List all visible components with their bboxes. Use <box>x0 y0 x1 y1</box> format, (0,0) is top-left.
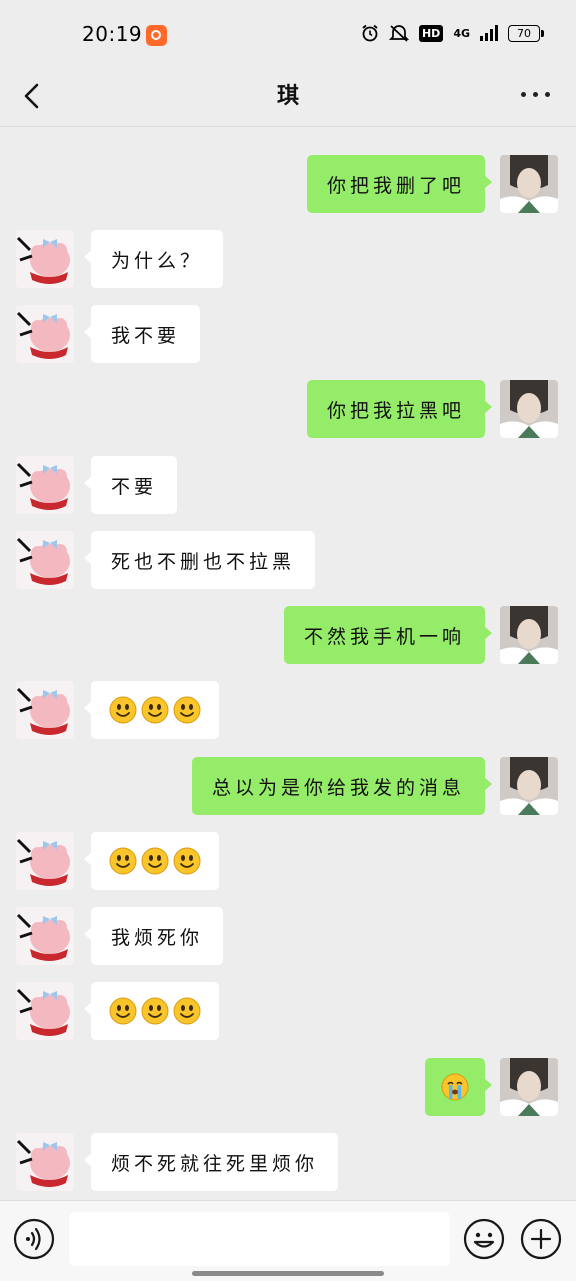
message-outgoing: 总以为是你给我发的消息 <box>0 757 576 817</box>
message-outgoing: 你把我拉黑吧 <box>0 380 576 440</box>
outgoing-bubble[interactable]: 你把我拉黑吧 <box>306 380 493 438</box>
friend-avatar[interactable] <box>16 531 74 589</box>
chat-header: 琪 <box>0 66 576 127</box>
incoming-bubble[interactable]: 烦不死就往死里烦你 <box>83 1133 339 1191</box>
status-icons: HD 4G 70 <box>361 24 544 42</box>
outgoing-bubble[interactable]: 总以为是你给我发的消息 <box>191 757 493 815</box>
friend-avatar[interactable] <box>16 1133 74 1191</box>
more-options-icon[interactable] <box>521 92 550 97</box>
network-type: 4G <box>453 26 470 40</box>
home-indicator[interactable] <box>192 1271 384 1276</box>
outgoing-bubble[interactable] <box>425 1058 492 1116</box>
smile-emoji-icon <box>109 997 137 1025</box>
status-bar: 20:19 HD 4G 70 <box>0 0 576 66</box>
incoming-bubble[interactable] <box>84 982 219 1040</box>
message-incoming: 为什么？ <box>0 230 576 290</box>
message-outgoing: 你把我删了吧 <box>0 155 576 215</box>
incoming-bubble[interactable]: 我烦死你 <box>83 907 224 965</box>
outgoing-bubble[interactable]: 你把我删了吧 <box>306 155 493 213</box>
incoming-bubble[interactable] <box>84 832 219 890</box>
my-avatar[interactable] <box>500 606 558 664</box>
message-incoming: 烦不死就往死里烦你 <box>0 1133 576 1193</box>
mute-icon <box>388 25 409 42</box>
incoming-bubble[interactable]: 死也不删也不拉黑 <box>83 531 316 589</box>
incoming-bubble[interactable] <box>84 681 219 739</box>
message-incoming <box>0 681 576 741</box>
message-incoming: 我烦死你 <box>0 907 576 967</box>
alarm-icon <box>362 24 378 42</box>
smile-emoji-icon <box>109 696 137 724</box>
hd-badge: HD <box>418 24 444 42</box>
plus-icon[interactable] <box>520 1218 562 1260</box>
friend-avatar[interactable] <box>16 832 74 890</box>
message-outgoing <box>0 1058 576 1118</box>
chat-messages: 你把我删了吧 为什么？ 我不要 你把我拉黑吧 不要 死也不删也不拉黑 不然我手机… <box>0 126 576 1200</box>
chat-title: 琪 <box>276 84 299 109</box>
my-avatar[interactable] <box>500 380 558 438</box>
smile-emoji-icon <box>141 997 169 1025</box>
outgoing-bubble[interactable]: 不然我手机一响 <box>283 606 493 664</box>
status-time: 20:19 <box>82 22 143 46</box>
app-notification-icon <box>146 25 167 46</box>
friend-avatar[interactable] <box>16 982 74 1040</box>
message-incoming: 我不要 <box>0 305 576 365</box>
signal-icon <box>480 25 498 41</box>
friend-avatar[interactable] <box>16 305 74 363</box>
voice-input-icon[interactable] <box>13 1218 55 1260</box>
message-incoming: 不要 <box>0 456 576 516</box>
battery-icon: 70 <box>508 24 544 42</box>
my-avatar[interactable] <box>500 757 558 815</box>
input-bar <box>0 1200 576 1281</box>
friend-avatar[interactable] <box>16 907 74 965</box>
incoming-bubble[interactable]: 为什么？ <box>83 230 224 288</box>
friend-avatar[interactable] <box>16 681 74 739</box>
message-outgoing: 不然我手机一响 <box>0 606 576 666</box>
smile-emoji-icon <box>173 997 201 1025</box>
emoji-picker-icon[interactable] <box>463 1218 505 1260</box>
message-input[interactable] <box>69 1212 450 1266</box>
friend-avatar[interactable] <box>16 230 74 288</box>
smile-emoji-icon <box>141 696 169 724</box>
message-incoming: 死也不删也不拉黑 <box>0 531 576 591</box>
smile-emoji-icon <box>173 696 201 724</box>
message-incoming <box>0 832 576 892</box>
my-avatar[interactable] <box>500 1058 558 1116</box>
message-incoming <box>0 982 576 1042</box>
incoming-bubble[interactable]: 我不要 <box>83 305 201 363</box>
crying-emoji-icon <box>441 1073 469 1101</box>
smile-emoji-icon <box>173 847 201 875</box>
incoming-bubble[interactable]: 不要 <box>83 456 178 514</box>
my-avatar[interactable] <box>500 155 558 213</box>
smile-emoji-icon <box>141 847 169 875</box>
friend-avatar[interactable] <box>16 456 74 514</box>
smile-emoji-icon <box>109 847 137 875</box>
